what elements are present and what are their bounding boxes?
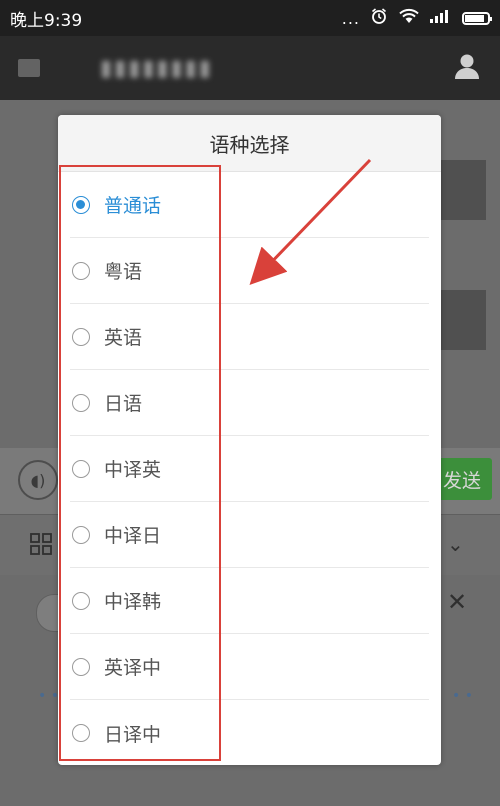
language-option[interactable]: 中译日 [70, 502, 429, 568]
battery-icon [462, 11, 492, 25]
grid-icon[interactable] [30, 533, 52, 555]
language-option-label: 日语 [104, 393, 143, 415]
language-option[interactable]: 粤语 [70, 238, 429, 304]
more-dots: ... [341, 8, 360, 28]
page-indicator-dots: • • [38, 688, 59, 704]
language-option-label: 英语 [104, 327, 143, 349]
language-option-label: 英译中 [104, 657, 162, 679]
send-button[interactable]: 发送 [432, 458, 492, 500]
close-icon[interactable]: ✕ [447, 588, 467, 616]
radio-checked-icon[interactable] [72, 195, 90, 214]
status-time: 晚上9:39 [10, 10, 83, 31]
back-icon[interactable] [18, 59, 40, 77]
radio-unchecked-icon[interactable] [72, 591, 90, 610]
language-option-list: 普通话粤语英语日语中译英中译日中译韩英译中日译中 [58, 172, 441, 765]
status-bar: 晚上9:39 ... [0, 0, 500, 36]
app-header: ▮▮▮▮▮▮▮▮ [0, 36, 500, 100]
alarm-icon [370, 7, 388, 30]
language-option[interactable]: 英译中 [70, 634, 429, 700]
chat-image-thumbnail [440, 290, 486, 350]
chat-image-thumbnail [440, 160, 486, 220]
language-option[interactable]: 中译英 [70, 436, 429, 502]
radio-unchecked-icon[interactable] [72, 459, 90, 478]
language-option[interactable]: 日译中 [70, 700, 429, 765]
language-option-label: 中译英 [104, 459, 162, 481]
language-option[interactable]: 英语 [70, 304, 429, 370]
page-title-blurred: ▮▮▮▮▮▮▮▮ [100, 55, 213, 81]
language-option-label: 粤语 [104, 261, 143, 283]
page-indicator-dots: • • [452, 688, 473, 704]
language-option-label: 日译中 [104, 723, 162, 746]
radio-unchecked-icon[interactable] [72, 261, 90, 280]
signal-icon [430, 8, 452, 28]
language-option-label: 普通话 [104, 195, 162, 217]
language-option[interactable]: 中译韩 [70, 568, 429, 634]
dialog-title: 语种选择 [58, 115, 441, 172]
language-option[interactable]: 普通话 [70, 172, 429, 238]
language-option-label: 中译韩 [104, 591, 162, 613]
voice-icon[interactable]: ◖) [18, 460, 58, 500]
person-icon[interactable] [452, 51, 482, 85]
language-select-dialog: 语种选择 普通话粤语英语日语中译英中译日中译韩英译中日译中 [58, 115, 441, 765]
radio-unchecked-icon[interactable] [72, 393, 90, 412]
radio-unchecked-icon[interactable] [72, 657, 90, 676]
language-option-label: 中译日 [104, 525, 162, 547]
radio-unchecked-icon[interactable] [72, 327, 90, 346]
chevron-down-icon[interactable]: ⌄ [447, 532, 464, 556]
language-option[interactable]: 日语 [70, 370, 429, 436]
status-icons: ... [341, 7, 492, 30]
radio-unchecked-icon[interactable] [72, 525, 90, 544]
wifi-icon [398, 8, 420, 29]
radio-unchecked-icon[interactable] [72, 724, 90, 742]
